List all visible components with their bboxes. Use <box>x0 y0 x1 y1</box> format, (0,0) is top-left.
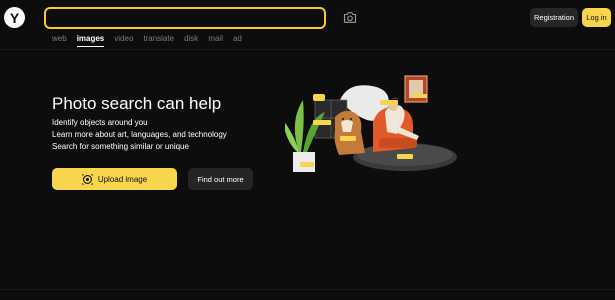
tab-disk[interactable]: disk <box>184 34 198 47</box>
search-input[interactable] <box>46 10 324 28</box>
tab-images[interactable]: images <box>76 34 104 47</box>
tab-web[interactable]: web <box>52 34 67 47</box>
logo-letter: Y <box>9 9 20 26</box>
login-button[interactable]: Log in <box>582 8 611 27</box>
find-out-more-label: Find out more <box>197 174 244 184</box>
camera-icon[interactable] <box>343 11 357 24</box>
upload-image-button[interactable]: Upload image <box>52 168 177 190</box>
registration-label: Registration <box>533 13 575 22</box>
divider <box>0 289 615 290</box>
tab-translate[interactable]: translate <box>143 34 174 47</box>
logo[interactable]: Y <box>4 7 25 28</box>
hero-title: Photo search can help <box>52 94 222 113</box>
tab-video[interactable]: video <box>114 34 133 47</box>
tab-mail[interactable]: mail <box>208 34 223 47</box>
hero-illustration <box>285 75 457 172</box>
find-out-more-button[interactable]: Find out more <box>188 168 253 190</box>
search-tabs: web images video translate disk mail ad <box>52 34 252 47</box>
tab-ad[interactable]: ad <box>233 34 242 47</box>
feature-item: Search for something similar or unique <box>52 142 189 151</box>
page: Y Registration Log in web images video t… <box>0 0 615 300</box>
registration-button[interactable]: Registration <box>530 8 578 27</box>
lens-icon <box>82 173 93 185</box>
upload-image-label: Upload image <box>97 174 148 184</box>
feature-item: Identify objects around you <box>52 118 148 127</box>
header: Y Registration Log in web images video t… <box>0 0 615 50</box>
feature-item: Learn more about art, languages, and tec… <box>52 130 227 139</box>
login-label: Log in <box>586 13 607 22</box>
search-box[interactable] <box>44 7 326 29</box>
